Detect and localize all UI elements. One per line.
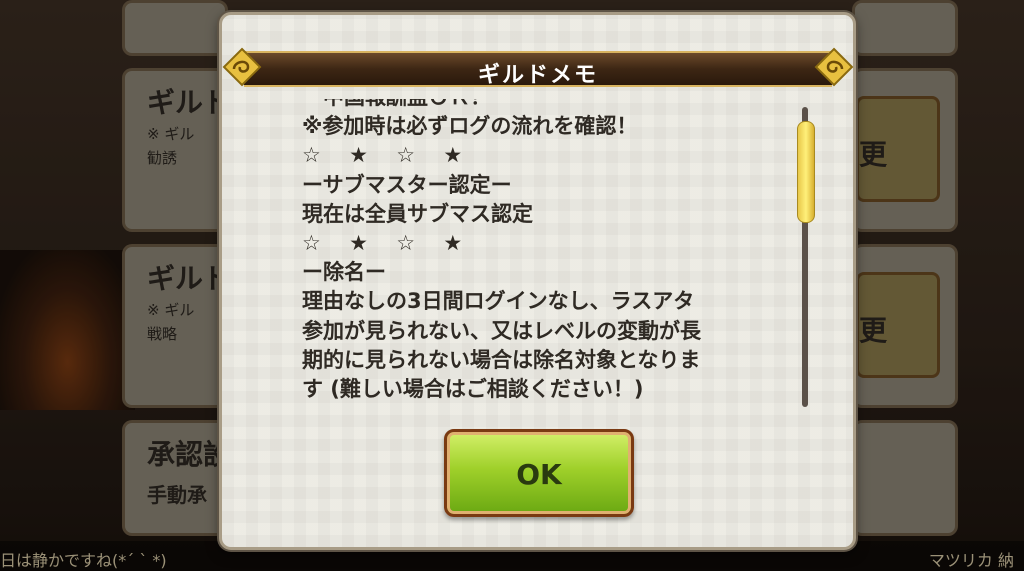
memo-text-area[interactable]: ー中国報酬盆ＯＫ！ ※参加時は必ずログの流れを確認！ ☆ ★ ☆ ★ ーサブマス… xyxy=(302,99,792,419)
memo-scrollbar-thumb[interactable] xyxy=(797,121,815,223)
ornament-right-icon xyxy=(814,47,854,87)
memo-content: ー中国報酬盆ＯＫ！ ※参加時は必ずログの流れを確認！ ☆ ★ ☆ ★ ーサブマス… xyxy=(302,99,792,404)
ok-button[interactable]: OK xyxy=(444,429,634,517)
dialog-title-bar: ギルドメモ xyxy=(222,47,854,88)
memo-line: 期的に見られない場合は除名対象となりま xyxy=(302,347,701,372)
memo-line: 参加が見られない、又はレベルの変動が長 xyxy=(302,318,701,343)
memo-line: す (難しい場合はご相談ください！) xyxy=(302,376,644,401)
memo-scrollbar[interactable] xyxy=(797,107,815,407)
memo-line: ※参加時は必ずログの流れを確認！ xyxy=(302,114,638,139)
memo-line: ☆ ★ ☆ ★ xyxy=(302,230,463,255)
memo-line: ー中国報酬盆ＯＫ！ xyxy=(302,99,792,112)
memo-line: ☆ ★ ☆ ★ xyxy=(302,143,463,168)
memo-line: ーサブマスター認定ー xyxy=(302,172,512,197)
guild-memo-dialog: ギルドメモ ー中国報酬盆ＯＫ！ ※参加時は必ずログの流れを確認！ ☆ ★ ☆ ★… xyxy=(219,12,856,550)
memo-line: ー除名ー xyxy=(302,260,386,285)
ok-button-label: OK xyxy=(516,458,562,491)
dialog-title: ギルドメモ xyxy=(477,63,598,88)
memo-line: 現在は全員サブマス認定 xyxy=(302,201,533,226)
memo-line: 理由なしの3日間ログインなし、ラスアタ xyxy=(302,289,695,314)
